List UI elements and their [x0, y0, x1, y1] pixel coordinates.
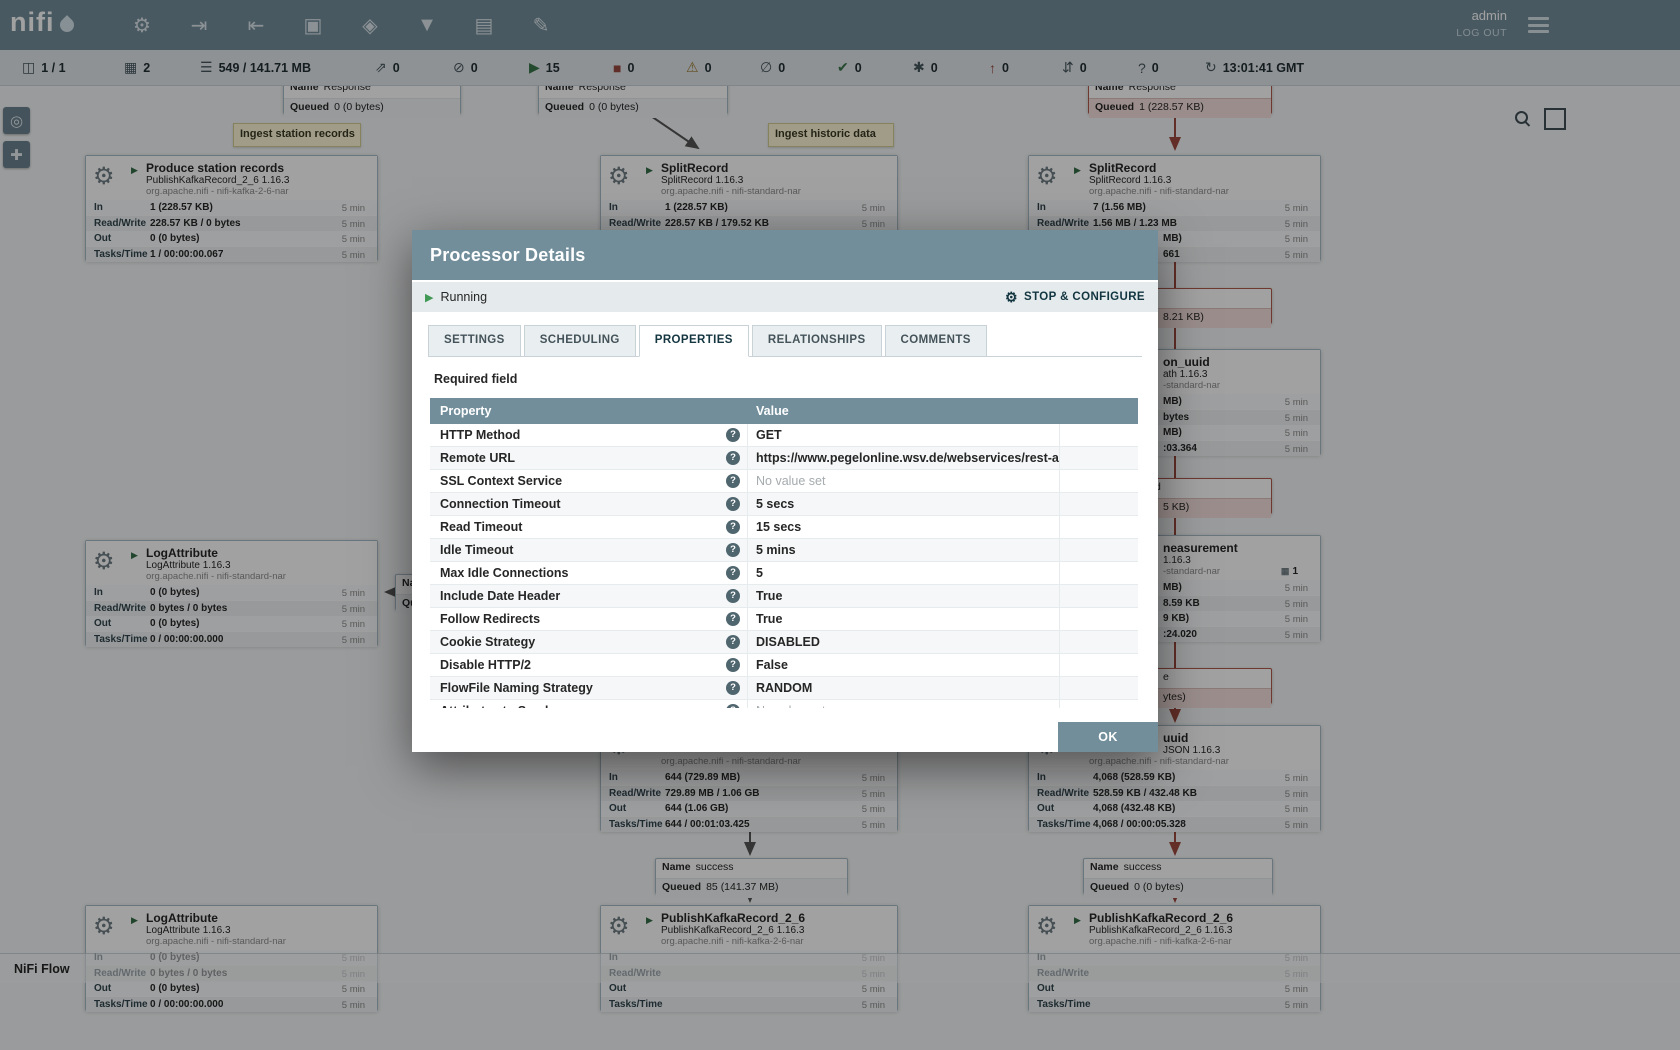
property-value: True — [748, 608, 1060, 630]
help-icon[interactable]: ? — [726, 428, 740, 442]
property-name: Include Date Header — [440, 589, 560, 603]
property-value-unset: No value set — [748, 470, 1060, 492]
dialog-title: Processor Details — [412, 230, 1158, 280]
help-icon[interactable]: ? — [726, 543, 740, 557]
dialog-status-strip: ▶ Running ⚙ STOP & CONFIGURE — [412, 282, 1158, 312]
property-row: Remote URL? https://www.pegelonline.wsv.… — [430, 447, 1138, 470]
property-name: Connection Timeout — [440, 497, 561, 511]
property-name: Attributes to Send — [440, 704, 548, 708]
stop-and-configure-button[interactable]: ⚙ STOP & CONFIGURE — [1005, 289, 1145, 306]
running-icon: ▶ — [425, 291, 433, 304]
help-icon[interactable]: ? — [726, 704, 740, 708]
property-name: Follow Redirects — [440, 612, 540, 626]
tab-comments[interactable]: COMMENTS — [885, 325, 987, 357]
stop-configure-label: STOP & CONFIGURE — [1024, 291, 1145, 303]
property-value: RANDOM — [748, 677, 1060, 699]
property-name: Read Timeout — [440, 520, 522, 534]
tab-scheduling[interactable]: SCHEDULING — [524, 325, 636, 357]
run-status-label: Running — [440, 290, 487, 304]
property-row: Max Idle Connections? 5 — [430, 562, 1138, 585]
property-row: Cookie Strategy? DISABLED — [430, 631, 1138, 654]
property-row: HTTP Method? GET — [430, 424, 1138, 447]
property-value: False — [748, 654, 1060, 676]
required-field-note: Required field — [434, 372, 1158, 386]
property-name: Idle Timeout — [440, 543, 513, 557]
tab-relationships[interactable]: RELATIONSHIPS — [752, 325, 882, 357]
help-icon[interactable]: ? — [726, 635, 740, 649]
dialog-tabs: SETTINGS SCHEDULING PROPERTIES RELATIONS… — [428, 325, 1142, 357]
property-row: Connection Timeout? 5 secs — [430, 493, 1138, 516]
property-row: Attributes to Send? No value set — [430, 700, 1138, 708]
property-row: Include Date Header? True — [430, 585, 1138, 608]
help-icon[interactable]: ? — [726, 520, 740, 534]
properties-table: Property Value HTTP Method? GET Remote U… — [430, 398, 1138, 708]
property-row: Follow Redirects? True — [430, 608, 1138, 631]
property-row: Disable HTTP/2? False — [430, 654, 1138, 677]
property-value-unset: No value set — [748, 700, 1060, 708]
help-icon[interactable]: ? — [726, 681, 740, 695]
properties-table-rows: HTTP Method? GET Remote URL? https://www… — [430, 424, 1138, 708]
property-value: https://www.pegelonline.wsv.de/webservic… — [748, 447, 1060, 469]
property-name: SSL Context Service — [440, 474, 562, 488]
property-row: Read Timeout? 15 secs — [430, 516, 1138, 539]
property-row: FlowFile Naming Strategy? RANDOM — [430, 677, 1138, 700]
properties-table-header: Property Value — [430, 398, 1138, 424]
stop-configure-icon: ⚙ — [1005, 289, 1018, 306]
help-icon[interactable]: ? — [726, 612, 740, 626]
property-value: 15 secs — [748, 516, 1060, 538]
property-value: True — [748, 585, 1060, 607]
help-icon[interactable]: ? — [726, 497, 740, 511]
help-icon[interactable]: ? — [726, 566, 740, 580]
property-name: Disable HTTP/2 — [440, 658, 531, 672]
property-row: SSL Context Service? No value set — [430, 470, 1138, 493]
property-row: Idle Timeout? 5 mins — [430, 539, 1138, 562]
tab-settings[interactable]: SETTINGS — [428, 325, 521, 357]
property-value: DISABLED — [748, 631, 1060, 653]
property-name: Remote URL — [440, 451, 515, 465]
help-icon[interactable]: ? — [726, 658, 740, 672]
help-icon[interactable]: ? — [726, 451, 740, 465]
property-name: FlowFile Naming Strategy — [440, 681, 593, 695]
property-value: 5 — [748, 562, 1060, 584]
property-name: Cookie Strategy — [440, 635, 535, 649]
processor-details-dialog: Processor Details ▶ Running ⚙ STOP & CON… — [412, 230, 1158, 752]
help-icon[interactable]: ? — [726, 589, 740, 603]
property-value: 5 secs — [748, 493, 1060, 515]
column-property: Property — [430, 398, 748, 424]
tab-properties[interactable]: PROPERTIES — [639, 325, 749, 357]
property-value: GET — [748, 424, 1060, 446]
property-name: Max Idle Connections — [440, 566, 569, 580]
property-name: HTTP Method — [440, 428, 520, 442]
ok-button[interactable]: OK — [1058, 722, 1158, 752]
help-icon[interactable]: ? — [726, 474, 740, 488]
property-value: 5 mins — [748, 539, 1060, 561]
column-value: Value — [748, 398, 1060, 424]
run-status: ▶ Running — [425, 290, 487, 304]
